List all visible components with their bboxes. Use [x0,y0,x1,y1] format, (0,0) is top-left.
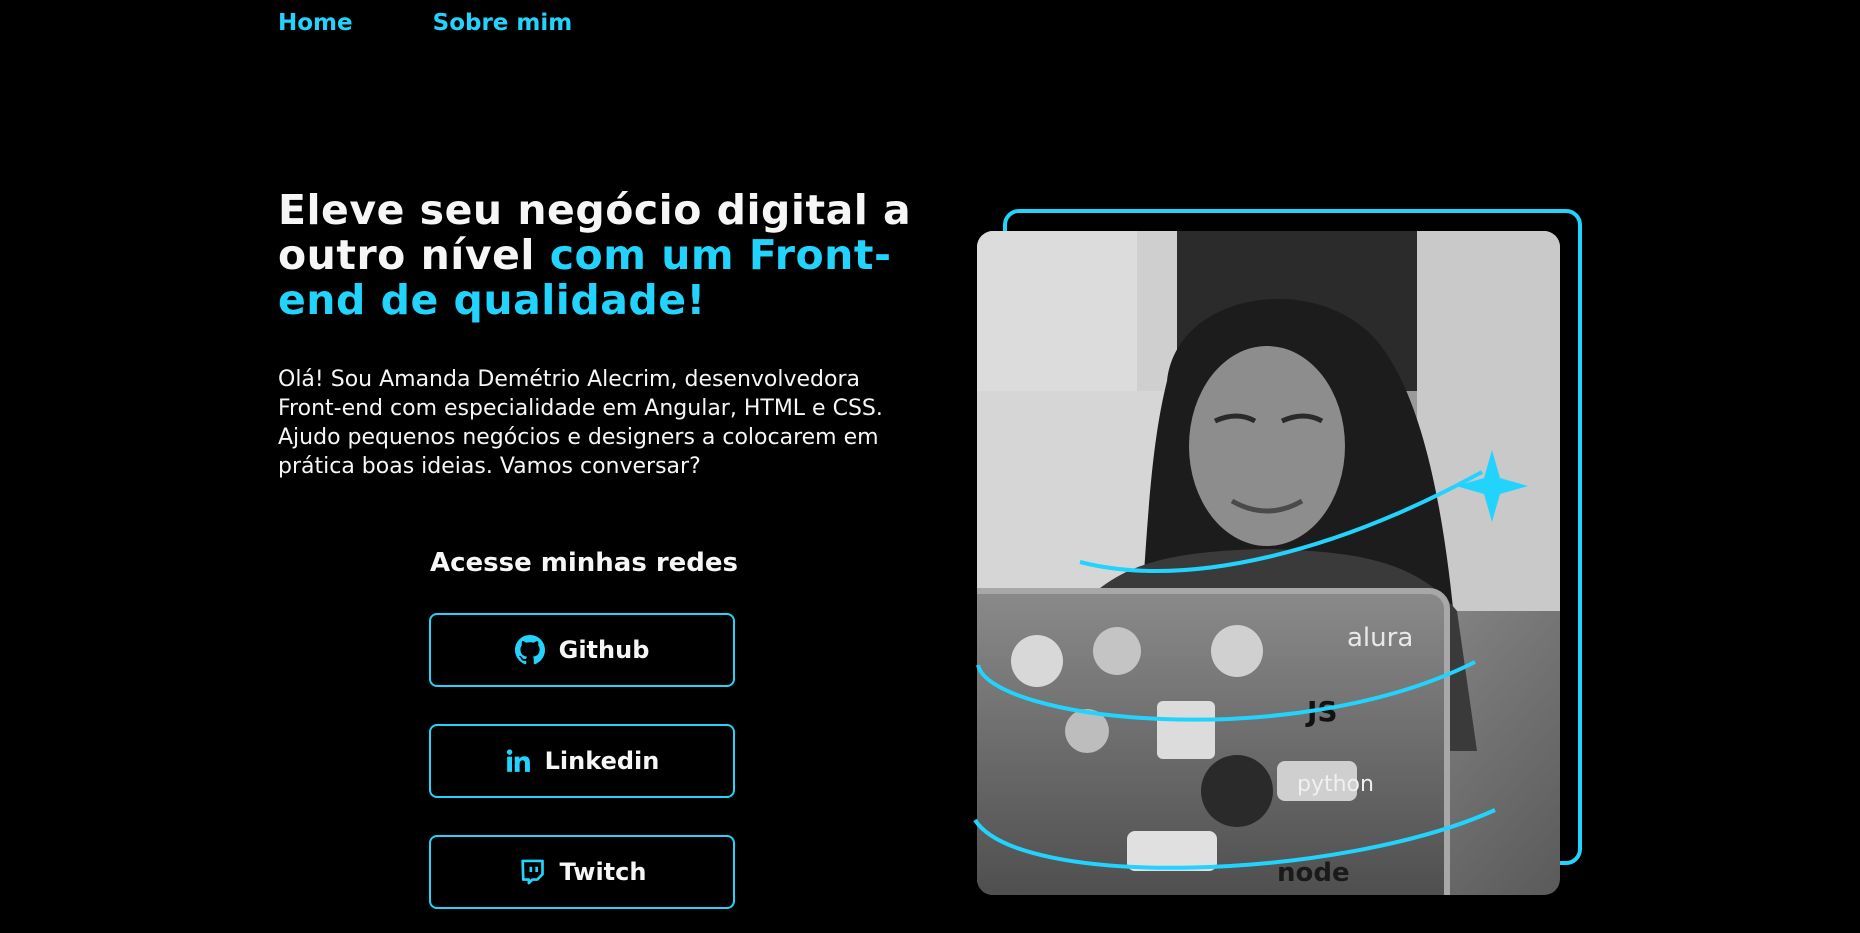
linkedin-icon [505,748,531,774]
hero-title: Eleve seu negócio digital a outro nível … [278,188,918,323]
github-label: Github [558,636,650,664]
social-heading: Acesse minhas redes [429,548,739,578]
nav-about-link[interactable]: Sobre mim [433,10,573,36]
intro-paragraph: Olá! Sou Amanda Demétrio Alecrim, desenv… [278,367,883,479]
github-button[interactable]: Github [429,613,735,687]
nav-home-link[interactable]: Home [278,10,353,36]
github-icon [514,635,545,665]
twitch-icon [518,858,546,886]
sparkle-icon [1456,450,1528,522]
decorative-orbit-lines [973,450,1528,870]
top-nav: Home Sobre mim [278,10,572,36]
twitch-button[interactable]: Twitch [429,835,735,909]
linkedin-label: Linkedin [544,747,660,775]
linkedin-button[interactable]: Linkedin [429,724,735,798]
twitch-label: Twitch [559,858,647,886]
